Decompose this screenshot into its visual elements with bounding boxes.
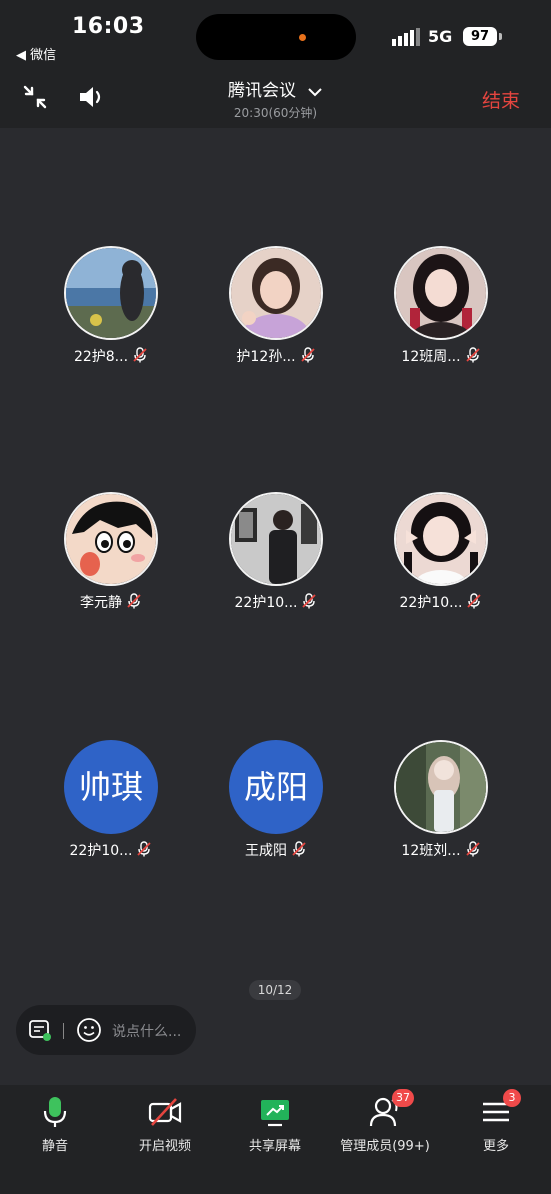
microphone-icon bbox=[43, 1097, 67, 1127]
dynamic-island bbox=[196, 14, 356, 60]
participant-name-row: 12班刘... bbox=[356, 840, 526, 860]
status-time: 16:03 bbox=[72, 14, 145, 39]
participant-tile[interactable]: 22护8... bbox=[26, 246, 196, 386]
battery-tip bbox=[499, 33, 502, 40]
text-avatar: 成阳 bbox=[229, 740, 323, 834]
mute-label: 静音 bbox=[41, 1139, 68, 1154]
mic-off-icon bbox=[465, 347, 480, 363]
participant-name: 王成阳 bbox=[245, 843, 287, 859]
mic-off-icon bbox=[292, 841, 306, 857]
participant-tile[interactable]: 12班周... bbox=[356, 246, 526, 386]
chat-input-bar[interactable]: 说点什么... bbox=[16, 1005, 196, 1055]
mic-off-icon bbox=[467, 593, 482, 609]
emoji-icon[interactable] bbox=[76, 1017, 102, 1043]
mic-off-icon bbox=[137, 841, 152, 857]
avatar bbox=[394, 492, 488, 586]
text-avatar: 帅琪 bbox=[64, 740, 158, 834]
participant-name: 22护10... bbox=[69, 843, 133, 859]
participant-name-row: 李元静 bbox=[26, 592, 196, 612]
more-label: 更多 bbox=[482, 1139, 509, 1154]
participant-name-row: 护12孙... bbox=[191, 346, 361, 366]
participant-name: 22护10... bbox=[234, 595, 298, 611]
avatar bbox=[229, 492, 323, 586]
mic-off-icon bbox=[465, 841, 480, 857]
avatar bbox=[64, 492, 158, 586]
manage-members-button[interactable]: 37 管理成员(99+) bbox=[330, 1085, 440, 1165]
mic-off-icon bbox=[302, 593, 317, 609]
participant-tile[interactable]: 22护10... bbox=[191, 492, 361, 632]
participant-tile[interactable]: 护12孙... bbox=[191, 246, 361, 386]
participant-name-row: 22护10... bbox=[191, 592, 361, 612]
chevron-down-icon bbox=[308, 87, 322, 96]
participant-name-row: 22护8... bbox=[26, 346, 196, 366]
mute-button[interactable]: 静音 bbox=[0, 1085, 110, 1165]
avatar bbox=[394, 246, 488, 340]
participant-name-row: 22护10... bbox=[356, 592, 526, 612]
mic-off-icon bbox=[127, 593, 141, 609]
share-screen-button[interactable]: 共享屏幕 bbox=[220, 1085, 330, 1165]
chat-placeholder[interactable]: 说点什么... bbox=[112, 1021, 181, 1041]
chat-list-icon[interactable] bbox=[28, 1019, 52, 1041]
back-to-wechat-link[interactable]: ◀ 微信 bbox=[16, 44, 56, 63]
recording-indicator-icon bbox=[299, 34, 306, 41]
share-screen-icon bbox=[261, 1100, 289, 1127]
share-screen-label: 共享屏幕 bbox=[248, 1139, 301, 1154]
participant-name: 12班周... bbox=[401, 349, 461, 365]
participant-name-row: 12班周... bbox=[356, 346, 526, 366]
meeting-title-dropdown[interactable]: 腾讯会议 bbox=[0, 76, 551, 101]
video-off-icon bbox=[148, 1098, 182, 1126]
participant-name: 22护10... bbox=[399, 595, 463, 611]
manage-members-label: 管理成员(99+) bbox=[340, 1139, 430, 1154]
divider bbox=[63, 1023, 64, 1039]
participant-name-row: 王成阳 bbox=[191, 840, 361, 860]
participant-tile[interactable]: 李元静 bbox=[26, 492, 196, 632]
battery-level: 97 bbox=[463, 27, 497, 46]
participant-name-row: 22护10... bbox=[26, 840, 196, 860]
page-indicator: 10/12 bbox=[249, 980, 301, 1000]
participant-name: 12班刘... bbox=[401, 843, 461, 859]
participant-tile[interactable]: 成阳 王成阳 bbox=[191, 740, 361, 880]
participant-tile[interactable]: 帅琪 22护10... bbox=[26, 740, 196, 880]
avatar bbox=[394, 740, 488, 834]
participant-name: 22护8... bbox=[73, 349, 129, 365]
participant-tile[interactable]: 12班刘... bbox=[356, 740, 526, 880]
meeting-duration: 20:30(60分钟) bbox=[233, 106, 318, 120]
participant-name: 护12孙... bbox=[236, 349, 296, 365]
mic-off-icon bbox=[300, 347, 315, 363]
participant-tile[interactable]: 22护10... bbox=[356, 492, 526, 632]
members-count-badge: 37 bbox=[392, 1089, 414, 1107]
more-badge: 3 bbox=[503, 1089, 521, 1107]
avatar bbox=[229, 246, 323, 340]
network-type: 5G bbox=[428, 27, 453, 46]
bottom-toolbar: 静音 开启视频 共享屏幕 37 管理成员(99+) 3 更多 bbox=[0, 1085, 551, 1194]
start-video-label: 开启视频 bbox=[138, 1139, 191, 1154]
cellular-signal-icon bbox=[392, 28, 420, 46]
start-video-button[interactable]: 开启视频 bbox=[110, 1085, 220, 1165]
more-button[interactable]: 3 更多 bbox=[441, 1085, 551, 1165]
mic-off-icon bbox=[133, 347, 147, 363]
participant-name: 李元静 bbox=[80, 595, 122, 611]
end-meeting-button[interactable]: 结束 bbox=[482, 86, 520, 113]
avatar bbox=[64, 246, 158, 340]
meeting-title: 腾讯会议 bbox=[227, 81, 296, 101]
